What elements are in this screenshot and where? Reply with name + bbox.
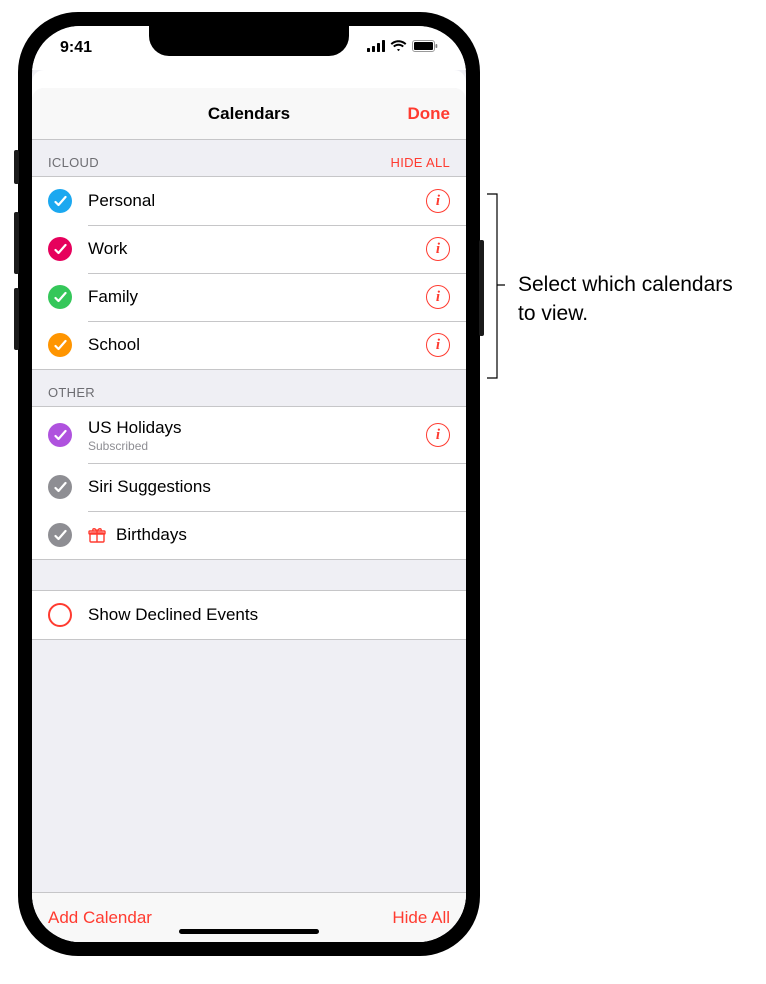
section-header-other: OTHER — [32, 370, 466, 406]
calendar-label: Work — [88, 239, 426, 259]
calendar-label: Family — [88, 287, 426, 307]
calendar-row-family[interactable]: Family i — [32, 273, 466, 321]
calendar-label: US Holidays — [88, 418, 426, 438]
icloud-list: Personal i Work i Family — [32, 176, 466, 370]
callout-text: Select which calendars to view. — [518, 270, 748, 329]
cellular-icon — [367, 39, 385, 57]
hide-all-icloud-button[interactable]: HIDE ALL — [391, 155, 450, 170]
power-button — [479, 240, 484, 336]
add-calendar-button[interactable]: Add Calendar — [48, 908, 152, 928]
hide-all-button[interactable]: Hide All — [392, 908, 450, 928]
checkmark-icon — [48, 285, 72, 309]
calendar-row-work[interactable]: Work i — [32, 225, 466, 273]
section-title-other: OTHER — [48, 385, 95, 400]
gift-icon — [88, 526, 108, 544]
section-header-icloud: ICLOUD HIDE ALL — [32, 140, 466, 176]
info-button[interactable]: i — [426, 285, 450, 309]
calendar-label: Personal — [88, 191, 426, 211]
battery-icon — [412, 39, 438, 57]
info-button[interactable]: i — [426, 333, 450, 357]
declined-list: Show Declined Events — [32, 590, 466, 640]
declined-label: Show Declined Events — [88, 605, 450, 625]
info-button[interactable]: i — [426, 237, 450, 261]
calendar-label: Birthdays — [116, 525, 450, 545]
callout-bracket — [485, 192, 507, 382]
checkmark-icon — [48, 523, 72, 547]
calendar-label: School — [88, 335, 426, 355]
info-button[interactable]: i — [426, 189, 450, 213]
checkmark-icon — [48, 237, 72, 261]
unchecked-circle-icon — [48, 603, 72, 627]
calendar-row-school[interactable]: School i — [32, 321, 466, 369]
nav-header: Calendars Done — [32, 88, 466, 140]
checkmark-icon — [48, 189, 72, 213]
status-time: 9:41 — [60, 39, 92, 57]
checkmark-icon — [48, 423, 72, 447]
show-declined-row[interactable]: Show Declined Events — [32, 591, 466, 639]
notch — [149, 26, 349, 56]
info-button[interactable]: i — [426, 423, 450, 447]
wifi-icon — [390, 39, 407, 57]
home-indicator[interactable] — [179, 929, 319, 934]
calendar-row-siri[interactable]: Siri Suggestions — [32, 463, 466, 511]
toolbar: Add Calendar Hide All — [32, 892, 466, 942]
calendar-row-birthdays[interactable]: Birthdays — [32, 511, 466, 559]
phone-frame: 9:41 Calendars Done ICLO — [18, 12, 480, 956]
done-button[interactable]: Done — [408, 104, 451, 124]
calendar-row-personal[interactable]: Personal i — [32, 177, 466, 225]
volume-up-button — [14, 212, 19, 274]
section-title-icloud: ICLOUD — [48, 155, 99, 170]
checkmark-icon — [48, 475, 72, 499]
volume-down-button — [14, 288, 19, 350]
calendar-row-holidays[interactable]: US Holidays Subscribed i — [32, 407, 466, 463]
calendar-sublabel: Subscribed — [88, 439, 426, 453]
nav-title: Calendars — [208, 104, 290, 124]
other-list: US Holidays Subscribed i Siri Suggestion… — [32, 406, 466, 560]
scroll-area[interactable]: ICLOUD HIDE ALL Personal i — [32, 140, 466, 892]
screen: 9:41 Calendars Done ICLO — [32, 26, 466, 942]
checkmark-icon — [48, 333, 72, 357]
modal-sheet: Calendars Done ICLOUD HIDE ALL Personal … — [32, 88, 466, 942]
calendar-label: Siri Suggestions — [88, 477, 450, 497]
silence-switch — [14, 150, 19, 184]
